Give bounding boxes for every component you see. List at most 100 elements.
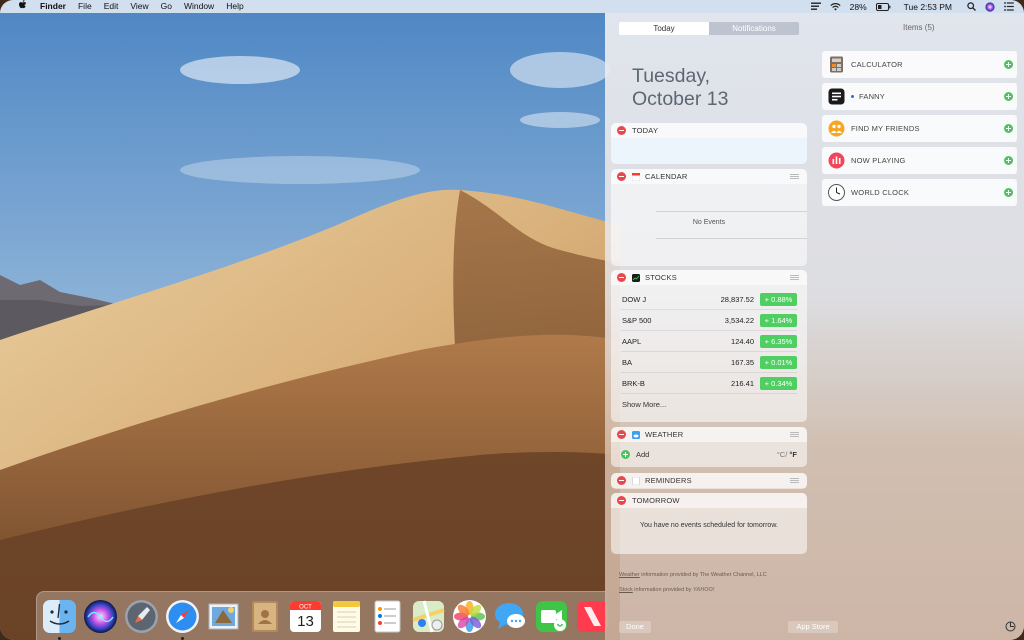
- widget-title: TOMORROW: [632, 496, 680, 505]
- stock-symbol: BRK-B: [622, 378, 645, 388]
- stock-change-badge[interactable]: + 0.88%: [760, 292, 797, 306]
- stock-change-badge[interactable]: + 1.64%: [760, 313, 797, 327]
- remove-widget-button[interactable]: [617, 273, 626, 282]
- drag-handle-icon[interactable]: [790, 478, 799, 483]
- menu-view[interactable]: View: [124, 0, 154, 13]
- remove-widget-button[interactable]: [617, 172, 626, 181]
- dock-safari[interactable]: [164, 598, 201, 640]
- item-now-playing[interactable]: NOW PLAYING: [822, 147, 1017, 174]
- drag-handle-icon[interactable]: [790, 432, 799, 437]
- tab-notifications[interactable]: Notifications: [709, 22, 799, 35]
- weather-attribution-link[interactable]: Weather: [619, 572, 640, 578]
- unit-celsius[interactable]: °C: [777, 450, 785, 459]
- item-find-my-friends[interactable]: FIND MY FRIENDS: [822, 115, 1017, 142]
- stock-row[interactable]: AAPL 124.40 + 6.35%: [621, 331, 797, 352]
- notes-icon: [333, 600, 360, 632]
- widget-title: TODAY: [632, 126, 659, 135]
- stock-attribution-text: information provided by: [634, 587, 692, 593]
- dock-launchpad[interactable]: [123, 598, 160, 635]
- drag-handle-icon[interactable]: [790, 275, 799, 280]
- done-button[interactable]: Done: [619, 621, 651, 633]
- unit-fahrenheit[interactable]: °F: [789, 450, 797, 459]
- dock-facetime[interactable]: [533, 598, 570, 635]
- apple-menu[interactable]: [12, 0, 34, 14]
- add-widget-button[interactable]: [1004, 156, 1013, 165]
- add-location-button[interactable]: [621, 450, 630, 459]
- drag-handle-icon[interactable]: [790, 174, 799, 179]
- new-indicator-dot: [851, 95, 854, 98]
- wifi-icon[interactable]: [829, 2, 841, 11]
- calculator-icon: [830, 56, 843, 73]
- stock-change-badge[interactable]: + 6.35%: [760, 334, 797, 348]
- stock-change-badge[interactable]: + 0.01%: [760, 355, 797, 369]
- stock-price: 124.40: [731, 336, 754, 346]
- widget-calendar: CALENDAR No Events: [611, 169, 807, 266]
- stock-row[interactable]: DOW J 28,837.52 + 0.88%: [621, 289, 797, 310]
- messages-icon: [495, 602, 525, 629]
- now-playing-icon: [828, 152, 845, 169]
- notification-center-tabs: Today Notifications: [619, 22, 799, 35]
- temperature-unit-toggle[interactable]: °C/ °F: [777, 450, 797, 459]
- stock-change-badge[interactable]: + 0.34%: [760, 376, 797, 390]
- menu-help[interactable]: Help: [220, 0, 249, 13]
- battery-icon[interactable]: [875, 2, 891, 11]
- add-widget-button[interactable]: [1004, 188, 1013, 197]
- menu-app-name[interactable]: Finder: [34, 0, 72, 13]
- dock-notes[interactable]: [328, 598, 365, 635]
- add-location-label[interactable]: Add: [636, 450, 649, 459]
- dock-reminders[interactable]: [369, 598, 406, 635]
- menu-clock[interactable]: Tue 2:53 PM: [904, 2, 952, 12]
- spotlight-search-icon[interactable]: [967, 2, 976, 11]
- dock-mail[interactable]: [205, 598, 242, 635]
- running-indicator: [181, 636, 184, 640]
- dock-photos[interactable]: [451, 598, 488, 635]
- dock-calendar[interactable]: OCT 13: [287, 598, 324, 635]
- contacts-icon: [252, 600, 278, 632]
- dock-siri[interactable]: [82, 598, 119, 635]
- notification-center-icon[interactable]: [1004, 2, 1014, 11]
- item-fanny[interactable]: FANNY: [822, 83, 1017, 110]
- item-label: FANNY: [859, 92, 886, 101]
- menu-window[interactable]: Window: [178, 0, 220, 13]
- menu-go[interactable]: Go: [155, 0, 178, 13]
- remove-widget-button[interactable]: [617, 496, 626, 505]
- widget-reminders: REMINDERS: [611, 473, 807, 489]
- notes-menu-icon[interactable]: [810, 2, 821, 11]
- item-calculator[interactable]: CALCULATOR: [822, 51, 1017, 78]
- item-label: FIND MY FRIENDS: [851, 124, 920, 133]
- stock-attribution-link[interactable]: Stock: [619, 587, 633, 593]
- item-world-clock[interactable]: WORLD CLOCK: [822, 179, 1017, 206]
- add-widget-button[interactable]: [1004, 124, 1013, 133]
- settings-icon[interactable]: [1005, 621, 1016, 632]
- widget-stocks: STOCKS DOW J 28,837.52 + 0.88% S&P 500 3…: [611, 270, 807, 422]
- show-more-link[interactable]: Show More...: [611, 394, 807, 409]
- maps-icon: [412, 600, 445, 632]
- app-store-button[interactable]: App Store: [788, 621, 838, 633]
- stock-symbol: S&P 500: [622, 315, 652, 325]
- dock-finder[interactable]: [41, 598, 78, 640]
- tab-today[interactable]: Today: [619, 22, 709, 35]
- dock-messages[interactable]: [492, 598, 529, 635]
- siri-menu-icon[interactable]: [985, 1, 995, 12]
- menu-edit[interactable]: Edit: [98, 0, 125, 13]
- dock-maps[interactable]: [410, 598, 447, 635]
- battery-percent: 28%: [849, 1, 867, 12]
- remove-widget-button[interactable]: [617, 126, 626, 135]
- stocks-widget-icon: [632, 273, 640, 282]
- item-label: CALCULATOR: [851, 60, 903, 69]
- add-widget-button[interactable]: [1004, 60, 1013, 69]
- calendar-day: 13: [297, 613, 314, 630]
- safari-icon: [166, 599, 199, 633]
- add-widget-button[interactable]: [1004, 92, 1013, 101]
- siri-icon: [84, 599, 117, 633]
- stock-row[interactable]: BRK-B 216.41 + 0.34%: [621, 373, 797, 394]
- remove-widget-button[interactable]: [617, 430, 626, 439]
- dock-contacts[interactable]: [246, 598, 283, 635]
- menu-file[interactable]: File: [72, 0, 98, 13]
- stock-row[interactable]: S&P 500 3,534.22 + 1.64%: [621, 310, 797, 331]
- stock-row[interactable]: BA 167.35 + 0.01%: [621, 352, 797, 373]
- item-label: WORLD CLOCK: [851, 188, 910, 197]
- date-weekday: Tuesday,: [632, 65, 711, 87]
- remove-widget-button[interactable]: [617, 476, 626, 485]
- stock-price: 28,837.52: [720, 294, 754, 304]
